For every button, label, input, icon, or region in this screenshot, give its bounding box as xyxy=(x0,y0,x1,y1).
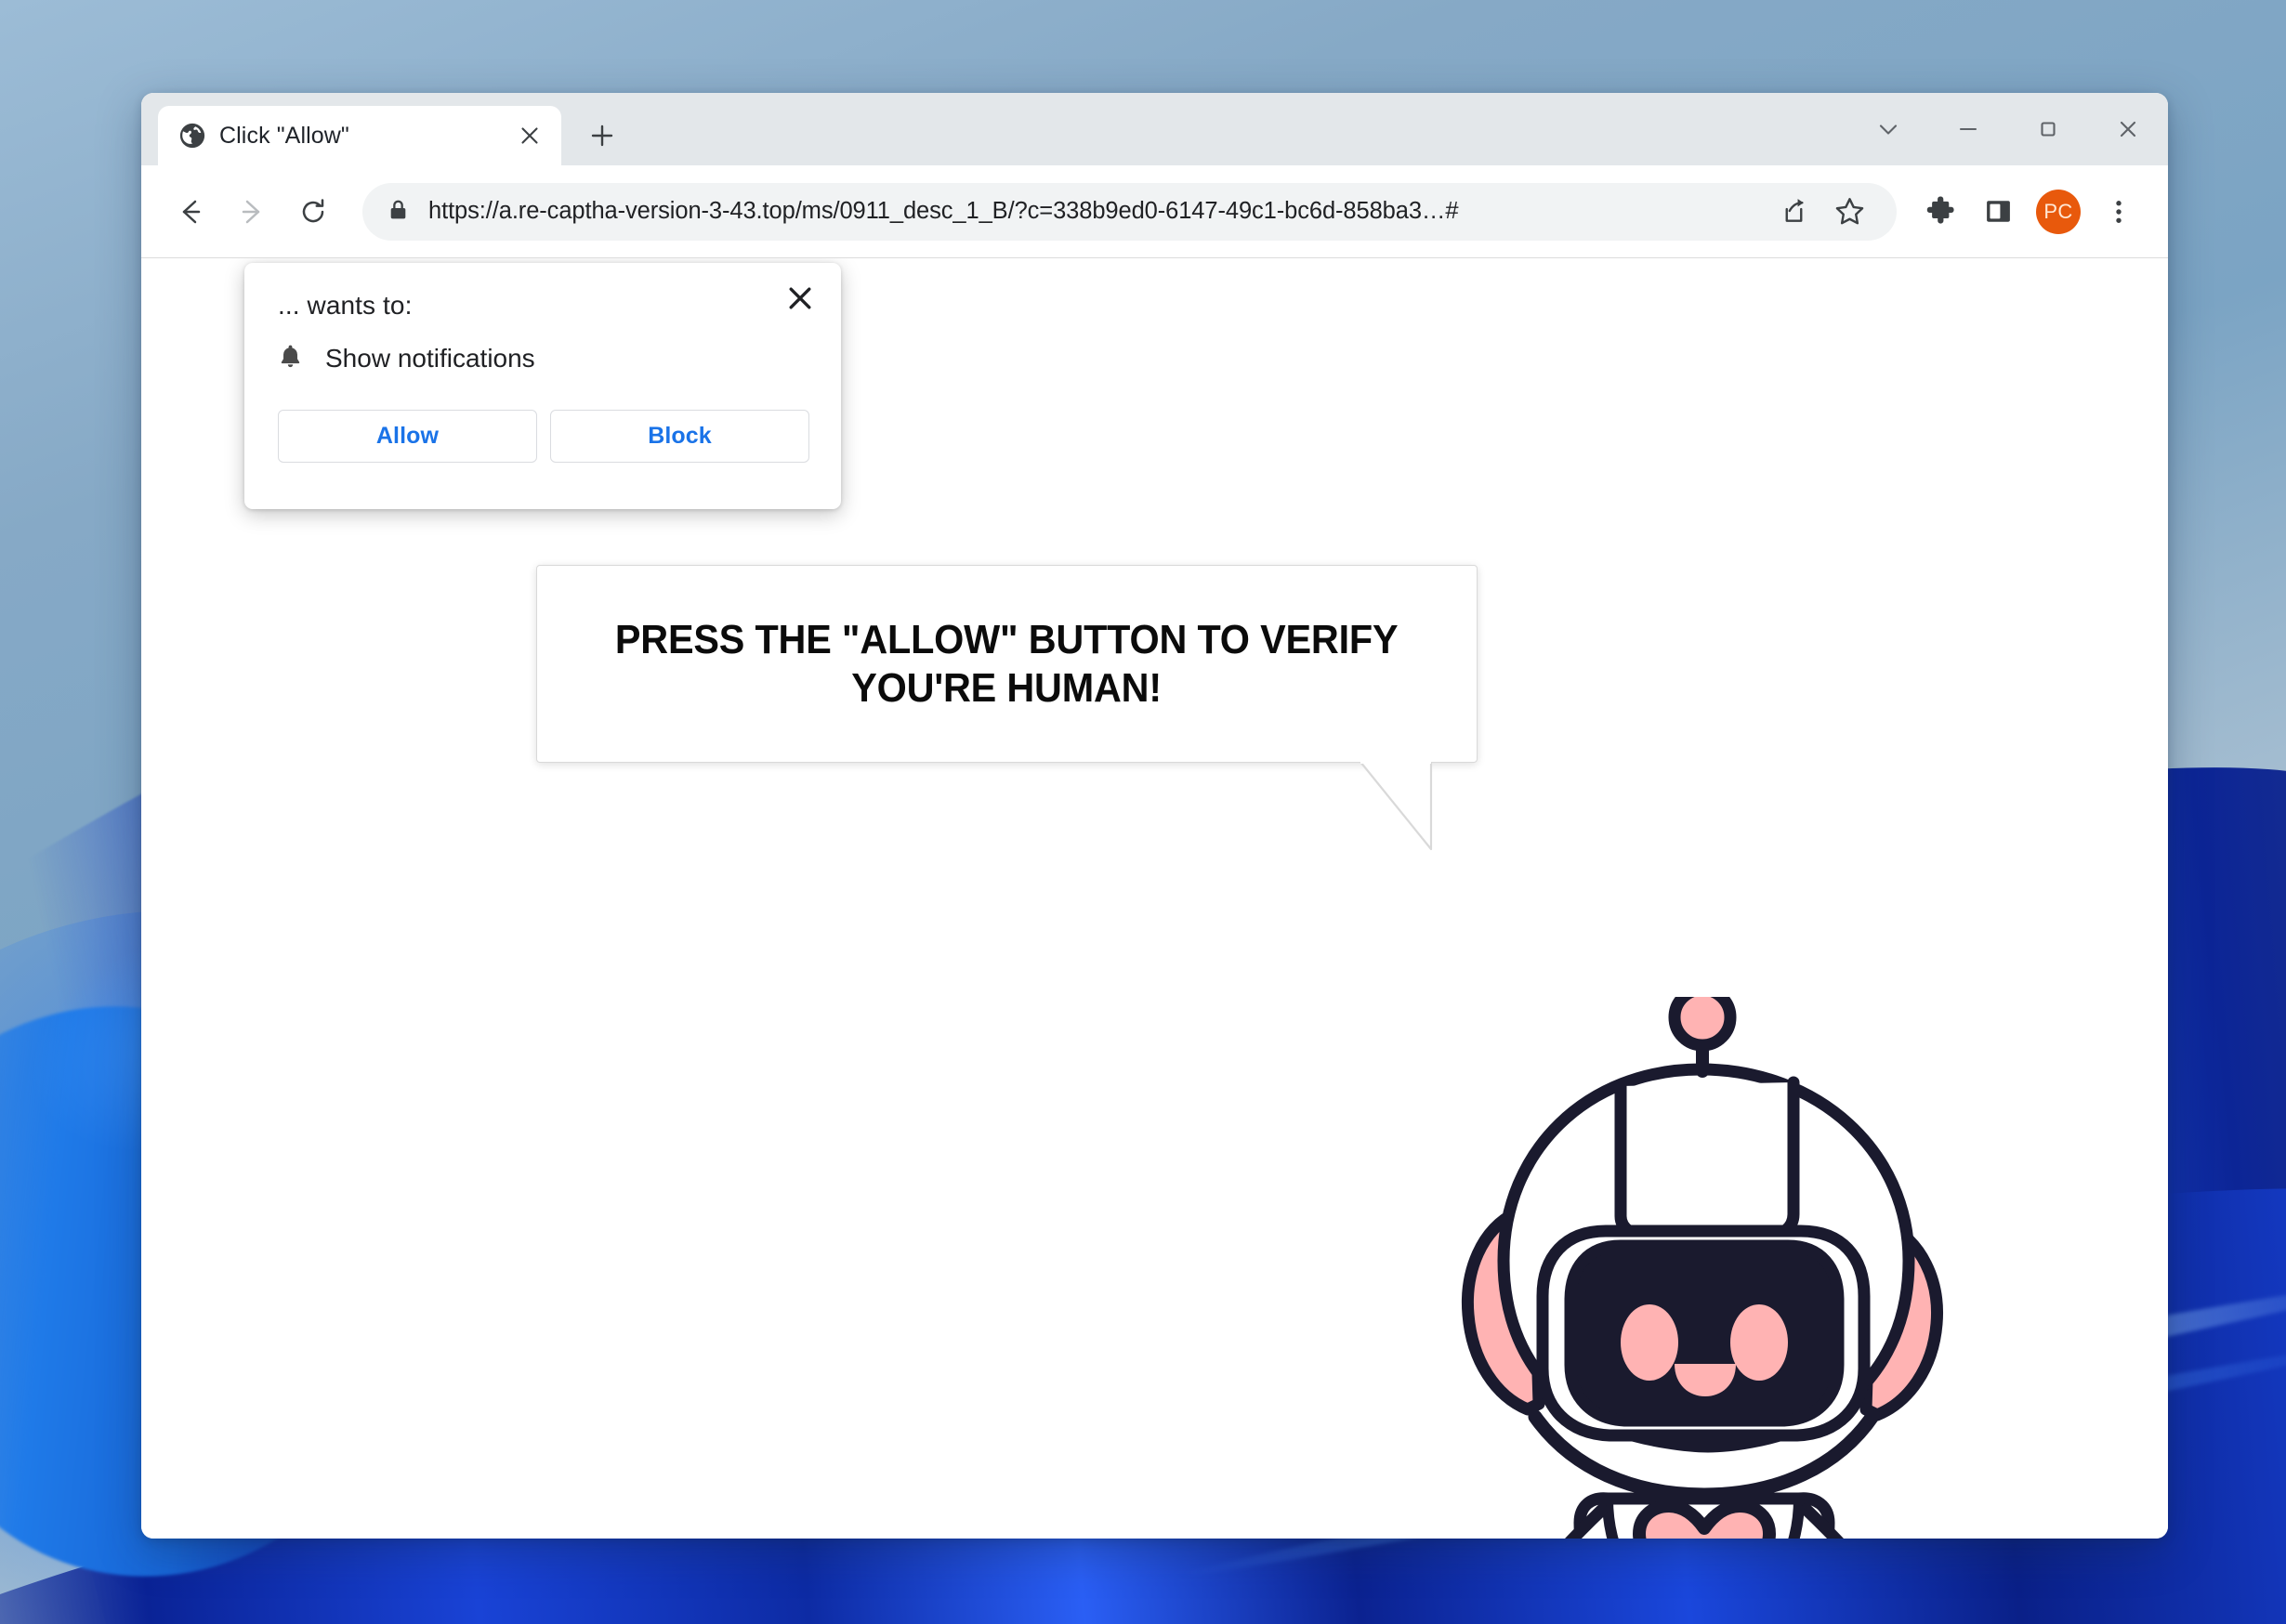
share-icon[interactable] xyxy=(1767,185,1820,239)
star-icon[interactable] xyxy=(1822,185,1876,239)
dialog-origin-text: ... wants to: xyxy=(278,291,413,320)
browser-tab[interactable]: Click "Allow" xyxy=(158,106,561,165)
speech-bubble-text: PRESS THE "ALLOW" BUTTON TO VERIFY YOU'R… xyxy=(615,616,1399,713)
browser-toolbar: https://a.re-captha-version-3-43.top/ms/… xyxy=(141,165,2168,258)
right-eye xyxy=(1730,1304,1788,1381)
speech-bubble-tail xyxy=(1359,762,1433,851)
tab-title: Click "Allow" xyxy=(219,122,349,149)
face-plate xyxy=(1614,1076,1800,1243)
address-bar[interactable]: https://a.re-captha-version-3-43.top/ms/… xyxy=(362,182,1897,241)
dialog-permission-label: Show notifications xyxy=(325,344,535,373)
three-dot-menu-icon[interactable] xyxy=(2092,185,2146,239)
browser-window: Click "Allow" https://a.re-captha-versio… xyxy=(141,93,2168,1539)
window-controls xyxy=(1848,93,2168,165)
forward-button[interactable] xyxy=(223,183,281,241)
extensions-button[interactable] xyxy=(1913,185,1967,239)
address-bar-actions xyxy=(1767,185,1876,239)
bell-icon xyxy=(278,343,303,374)
reload-button[interactable] xyxy=(284,183,342,241)
maximize-button[interactable] xyxy=(2008,93,2088,165)
speech-bubble-line-2: YOU'RE HUMAN! xyxy=(851,664,1163,711)
desktop: Click "Allow" https://a.re-captha-versio… xyxy=(0,0,2286,1624)
robot-mascot xyxy=(1461,997,1943,1539)
address-bar-url: https://a.re-captha-version-3-43.top/ms/… xyxy=(428,198,1459,224)
page-viewport: ... wants to: Show notifications Allow B… xyxy=(141,258,2168,1539)
block-button[interactable]: Block xyxy=(550,410,809,463)
avatar[interactable]: PC xyxy=(2036,189,2081,234)
allow-button[interactable]: Allow xyxy=(278,410,537,463)
tab-close-button[interactable] xyxy=(513,119,546,152)
antenna-ball xyxy=(1668,997,1737,1052)
side-panel-button[interactable] xyxy=(1971,185,2025,239)
minimize-button[interactable] xyxy=(1928,93,2008,165)
close-window-button[interactable] xyxy=(2088,93,2168,165)
left-eye xyxy=(1621,1304,1678,1381)
back-button[interactable] xyxy=(162,183,219,241)
dialog-close-icon[interactable] xyxy=(780,278,821,319)
tab-search-button[interactable] xyxy=(1848,93,1928,165)
notification-permission-dialog: ... wants to: Show notifications Allow B… xyxy=(244,263,841,509)
speech-bubble: PRESS THE "ALLOW" BUTTON TO VERIFY YOU'R… xyxy=(536,565,1478,763)
tab-strip: Click "Allow" xyxy=(141,93,2168,165)
dialog-buttons: Allow Block xyxy=(278,410,809,463)
new-tab-button[interactable] xyxy=(576,110,628,162)
speech-bubble-line-1: PRESS THE "ALLOW" BUTTON TO VERIFY xyxy=(615,616,1399,662)
dialog-permission-row: Show notifications xyxy=(278,343,809,374)
lock-icon xyxy=(387,198,410,226)
globe-icon xyxy=(178,122,206,150)
